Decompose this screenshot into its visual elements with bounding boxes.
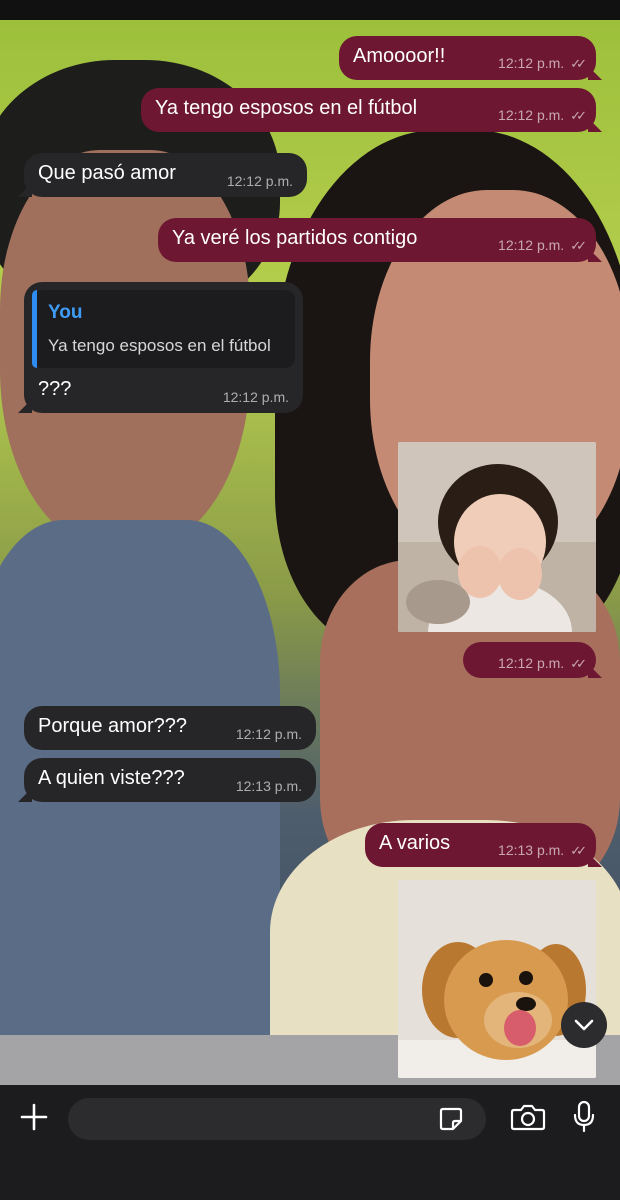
message-meta: 12:12 p.m. ✓✓ [498,107,587,124]
chevron-down-icon [574,1019,594,1031]
camera-button[interactable] [508,1097,548,1137]
read-ticks-icon: ✓✓ [570,238,587,253]
message-text: A varios [379,832,451,854]
message-bubble-outgoing[interactable]: Amoooor!! 12:12 p.m. ✓✓ [339,36,602,80]
message-text: Ya veré los partidos contigo [172,227,418,249]
message-bubble-outgoing[interactable]: A varios 12:13 p.m. ✓✓ [365,823,602,867]
microphone-icon [573,1100,595,1133]
message-time: 12:12 p.m. [235,726,302,742]
message-time: 12:13 p.m. [498,842,565,858]
message-time: 12:12 p.m. [498,237,565,253]
read-ticks-icon: ✓✓ [570,656,587,671]
message-meta: 12:12 p.m. ✓✓ [498,655,587,672]
message-meta: 12:13 p.m. ✓✓ [498,842,587,859]
puppy-sticker-image [398,880,596,1078]
scroll-to-bottom-button[interactable] [561,1002,607,1048]
attach-button[interactable] [14,1097,54,1137]
message-bubble-incoming[interactable]: Que pasó amor 12:12 p.m. [18,153,307,197]
message-meta: 12:12 p.m. [227,173,293,189]
read-ticks-icon: ✓✓ [570,56,587,71]
message-time: 12:12 p.m. [498,55,565,71]
message-bubble-outgoing-time[interactable]: 12:12 p.m. ✓✓ [463,642,602,678]
message-time: 12:12 p.m. [226,173,293,189]
read-ticks-icon: ✓✓ [570,108,587,123]
top-bar [0,0,620,20]
message-meta: 12:12 p.m. [236,726,302,742]
sticker-laughing-toddler[interactable] [398,442,596,632]
message-time: 12:12 p.m. [498,107,565,123]
message-time: 12:12 p.m. [498,655,565,671]
message-text: Que pasó amor [38,162,176,184]
camera-icon [510,1104,546,1131]
message-meta: 12:13 p.m. [236,778,302,794]
plus-icon [20,1103,48,1131]
message-input[interactable] [84,1098,428,1142]
wallpaper-shirt-left [0,520,280,1085]
message-text: A quien viste??? [38,767,185,789]
quote-accent-bar [32,290,37,368]
message-meta: 12:12 p.m. [223,389,289,405]
quoted-author: You [48,302,83,323]
message-text: Porque amor??? [38,715,187,737]
message-time: 12:12 p.m. [222,389,289,405]
message-bubble-incoming[interactable]: A quien viste??? 12:13 p.m. [18,758,316,802]
sticker-button[interactable] [436,1104,466,1134]
message-text: Amoooor!! [353,45,446,67]
quoted-reply[interactable]: You Ya tengo esposos en el fútbol [32,290,295,368]
message-bubble-outgoing[interactable]: Ya tengo esposos en el fútbol 12:12 p.m.… [141,88,602,132]
message-composer [0,1085,620,1200]
quoted-text: Ya tengo esposos en el fútbol [48,336,271,355]
sticker-happy-puppy[interactable] [398,880,596,1078]
message-input-container[interactable] [68,1098,486,1142]
sticker-icon [439,1107,463,1131]
message-text: ??? [38,378,72,400]
message-bubble-outgoing[interactable]: Ya veré los partidos contigo 12:12 p.m. ✓… [158,218,602,262]
message-text: Ya tengo esposos en el fútbol [155,97,418,119]
message-meta: 12:12 p.m. ✓✓ [498,237,587,254]
message-meta: 12:12 p.m. ✓✓ [498,55,587,72]
message-bubble-incoming-reply[interactable]: You Ya tengo esposos en el fútbol ??? 12… [18,282,303,413]
message-time: 12:13 p.m. [235,778,302,794]
message-bubble-incoming[interactable]: Porque amor??? 12:12 p.m. [24,706,316,750]
read-ticks-icon: ✓✓ [570,843,587,858]
voice-message-button[interactable] [566,1095,602,1139]
toddler-sticker-image [398,442,596,632]
